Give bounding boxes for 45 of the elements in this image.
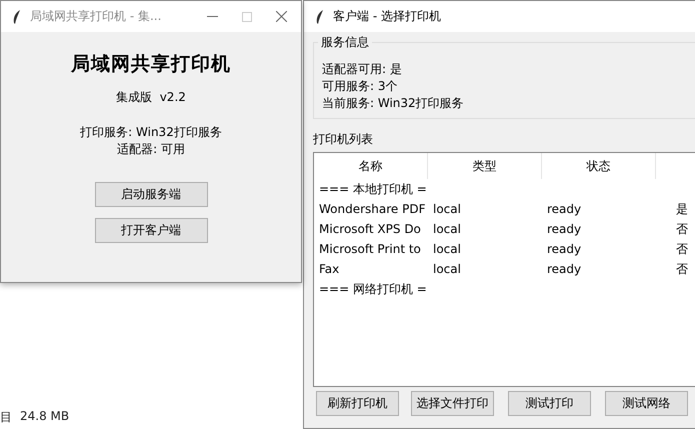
table-cell-text: local	[432, 242, 462, 256]
info-line: 可用服务: 3个	[322, 78, 398, 95]
info-line: 适配器: 可用	[117, 141, 185, 158]
column-header[interactable]: 名称	[314, 153, 428, 179]
action-button[interactable]: 打开客户端	[94, 218, 208, 243]
table-cell-text: ready	[546, 242, 582, 256]
maximize-icon[interactable]	[242, 12, 252, 22]
edition-text: 集成版 v2.2	[116, 89, 186, 106]
status-text: 目	[0, 409, 12, 426]
table-cell-text: local	[432, 262, 462, 276]
info-line: 适配器可用: 是	[322, 61, 403, 78]
table-cell-text: Microsoft XPS Do	[318, 222, 422, 236]
table-cell-text: 否	[675, 260, 689, 278]
column-header[interactable]: 类型	[428, 153, 542, 179]
table-cell-text: ready	[546, 202, 582, 216]
size-text: 24.8 MB	[20, 409, 70, 425]
table-cell-text: 是	[675, 200, 689, 218]
group-label: === 网络打印机 =	[318, 280, 427, 298]
action-button[interactable]: 测试打印	[508, 391, 591, 416]
action-button[interactable]: 测试网络	[605, 391, 688, 416]
close-icon[interactable]	[276, 11, 287, 22]
frame-title: 服务信息	[318, 34, 372, 51]
table-cell-text: ready	[546, 222, 582, 236]
minimize-icon[interactable]	[207, 16, 218, 17]
feather-icon	[12, 8, 22, 24]
table-cell-text: 否	[675, 220, 689, 238]
action-button[interactable]: 启动服务端	[94, 182, 208, 207]
table-cell-text: Microsoft Print to	[318, 242, 422, 256]
table-cell-text: 否	[675, 240, 689, 258]
feather-icon	[315, 8, 325, 24]
section-title: 打印机列表	[313, 131, 374, 148]
table-cell-text: ready	[546, 262, 582, 276]
table-cell-text: local	[432, 202, 462, 216]
table-cell-text: Wondershare PDF	[318, 202, 426, 216]
window-title: 局域网共享打印机 - 集...	[30, 8, 162, 25]
app-heading: 局域网共享打印机	[71, 52, 231, 77]
action-button[interactable]: 选择文件打印	[411, 391, 494, 416]
group-label: === 本地打印机 =	[318, 180, 427, 198]
info-line: 当前服务: Win32打印服务	[322, 95, 465, 112]
table-cell-text: local	[432, 222, 462, 236]
window-title: 客户端 - 选择打印机	[333, 8, 441, 25]
table-cell-text: Fax	[318, 262, 340, 276]
info-line: 打印服务: Win32打印服务	[80, 124, 222, 141]
column-header[interactable]: 状态	[542, 153, 656, 179]
action-button[interactable]: 刷新打印机	[316, 391, 399, 416]
